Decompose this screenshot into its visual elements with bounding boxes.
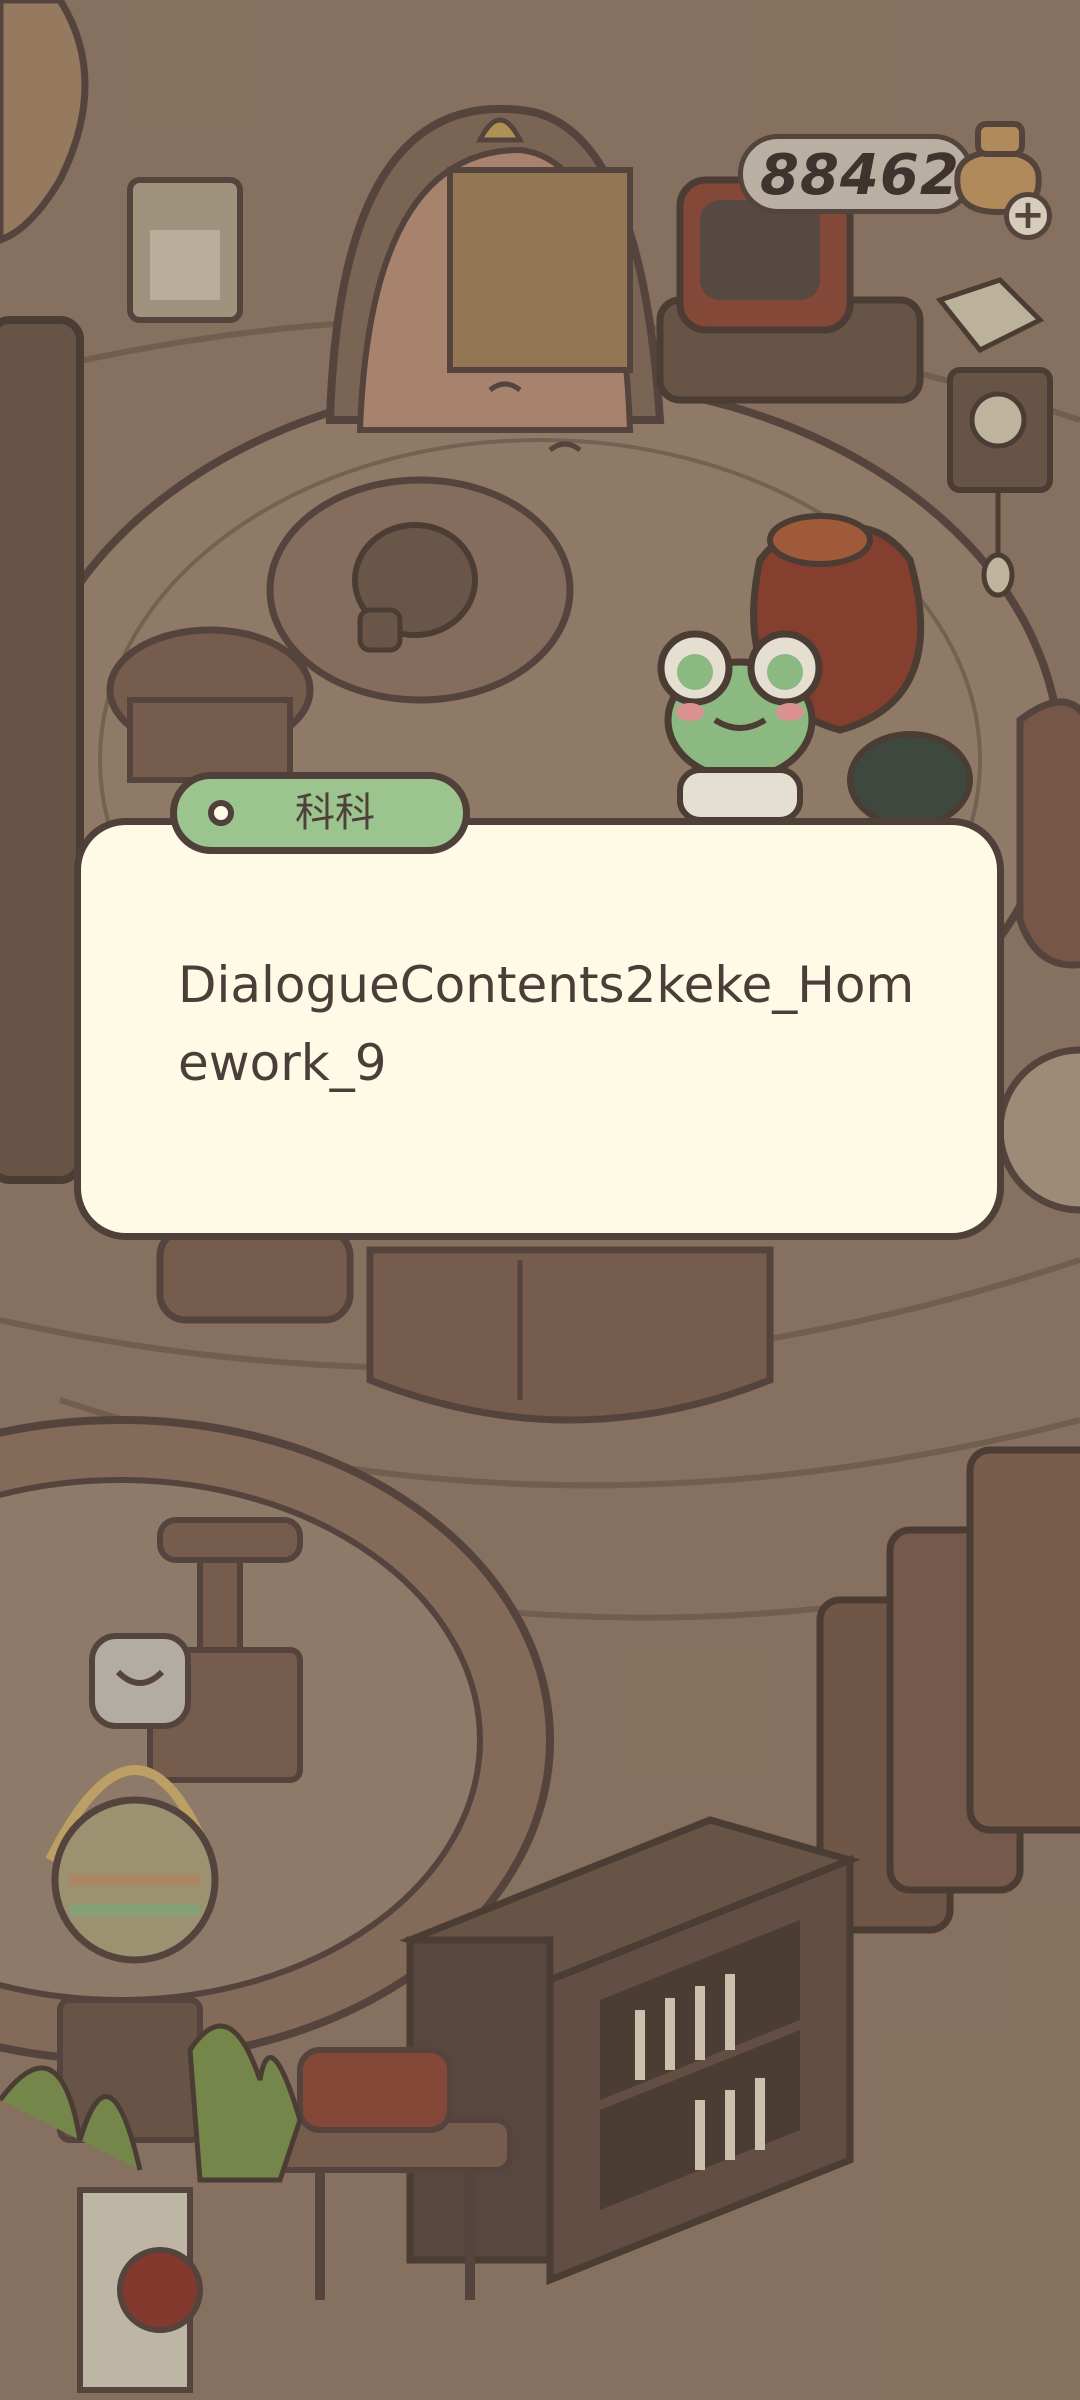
round-table (266, 476, 574, 704)
rotary-phone (847, 731, 973, 829)
name-dot-icon (208, 800, 234, 826)
dialog-text: DialogueContents2keke_Homework_9 (178, 956, 915, 1092)
stool (106, 626, 314, 783)
currency-amount: 88462 (760, 143, 960, 208)
book-stack (57, 1997, 203, 2393)
speaker-name: 科科 (295, 790, 375, 836)
plus-icon[interactable]: + (1004, 192, 1052, 240)
frog-keke (657, 630, 823, 823)
wall-calendar (127, 177, 243, 323)
